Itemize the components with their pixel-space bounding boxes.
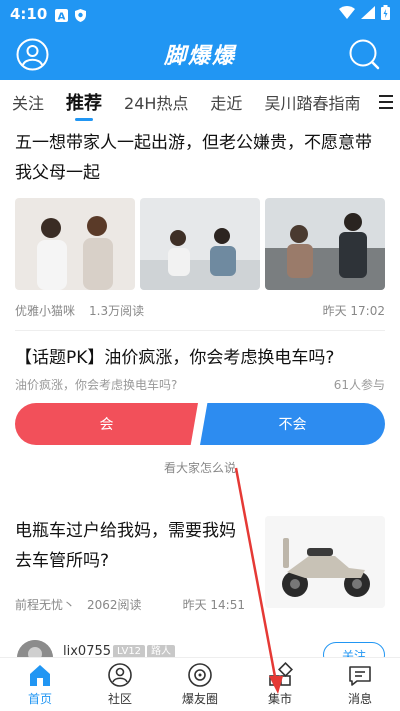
signal-icon xyxy=(361,5,375,23)
post-image[interactable] xyxy=(15,198,135,290)
poll-yes-button[interactable]: 会 xyxy=(15,403,198,445)
post-time: 昨天 17:02 xyxy=(322,304,385,318)
poll-card: 【话题PK】油价疯涨，你会考虑换电车吗? 油价疯涨，你会考虑换电车吗? 61人参… xyxy=(15,344,385,476)
post-image[interactable] xyxy=(265,516,385,608)
nav-community[interactable]: 社区 xyxy=(80,658,160,711)
app-title: 脚爆爆 xyxy=(163,44,236,69)
status-bar: 4:10 A xyxy=(0,0,400,28)
market-icon xyxy=(269,662,293,686)
nav-friends-label: 爆友圈 xyxy=(181,692,218,706)
nav-market[interactable]: 集市 xyxy=(240,658,320,711)
nav-market-label: 集市 xyxy=(267,692,292,706)
poll-no-button[interactable]: 不会 xyxy=(200,403,385,445)
post-card[interactable]: 五一想带家人一起出游，但老公嫌贵，不愿意带我父母一起 优雅小猫咪 1.3万阅读 … xyxy=(15,128,385,319)
nav-home-label: 首页 xyxy=(27,692,52,706)
app-header: 脚爆爆 xyxy=(0,28,400,80)
post-author[interactable]: 优雅小猫咪 xyxy=(15,302,75,319)
post-time: 昨天 14:51 xyxy=(182,598,245,612)
post-meta: 优雅小猫咪 1.3万阅读 昨天 17:02 xyxy=(15,302,385,319)
status-time: 4:10 xyxy=(10,5,48,23)
notification-a-icon: A xyxy=(55,8,69,22)
post-reads: 2062阅读 xyxy=(87,598,142,612)
post-title: 五一想带家人一起出游，但老公嫌贵，不愿意带我父母一起 xyxy=(15,133,372,183)
nav-community-label: 社区 xyxy=(107,692,132,706)
nav-friends[interactable]: 爆友圈 xyxy=(160,658,240,711)
wifi-icon xyxy=(339,5,355,23)
battery-icon xyxy=(381,4,390,24)
poll-title[interactable]: 【话题PK】油价疯涨，你会考虑换电车吗? xyxy=(15,344,385,372)
nav-home[interactable]: 首页 xyxy=(0,658,80,711)
tab-approach[interactable]: 走近 xyxy=(210,90,242,114)
tab-menu-icon[interactable] xyxy=(372,80,400,124)
community-icon xyxy=(108,663,132,687)
bottom-nav: 首页 社区 爆友圈 集市 消息 xyxy=(0,657,400,711)
profile-icon[interactable] xyxy=(16,38,49,71)
post-image[interactable] xyxy=(140,198,260,290)
friends-circle-icon xyxy=(188,663,212,687)
post-title: 电瓶车过户给我妈，需要我妈去车管所吗? xyxy=(15,521,236,571)
nav-messages[interactable]: 消息 xyxy=(320,658,400,711)
poll-subheader: 油价疯涨，你会考虑换电车吗? 61人参与 xyxy=(15,376,385,393)
category-tabs: 关注 推荐 24H热点 走近 吴川踏春指南 xyxy=(0,80,400,124)
tab-recommend[interactable]: 推荐 xyxy=(66,89,102,115)
shield-icon xyxy=(74,8,87,22)
post-author[interactable]: 前程无忧丶 xyxy=(15,596,75,613)
nav-messages-label: 消息 xyxy=(347,692,372,706)
divider xyxy=(15,330,385,331)
post-image[interactable] xyxy=(265,198,385,290)
tab-follow[interactable]: 关注 xyxy=(12,90,44,114)
poll-options: 会 不会 xyxy=(15,403,385,445)
poll-participants: 61人参与 xyxy=(333,378,385,392)
post-meta: 前程无忧丶 2062阅读 昨天 14:51 xyxy=(15,596,245,613)
poll-see-opinions-link[interactable]: 看大家怎么说 xyxy=(15,459,385,476)
tab-wuchuan-spring[interactable]: 吴川踏春指南 xyxy=(264,90,360,114)
post-card[interactable]: 电瓶车过户给我妈，需要我妈去车管所吗? 前程无忧丶 2062阅读 昨天 14:5… xyxy=(15,516,385,616)
tab-24h-hot[interactable]: 24H热点 xyxy=(124,90,188,114)
home-icon xyxy=(30,665,50,686)
poll-subtitle: 油价疯涨，你会考虑换电车吗? xyxy=(15,378,178,392)
svg-text:A: A xyxy=(58,11,66,22)
message-icon xyxy=(349,666,371,686)
post-reads: 1.3万阅读 xyxy=(89,304,145,318)
post-image-row xyxy=(15,198,385,290)
search-icon[interactable] xyxy=(348,38,380,70)
